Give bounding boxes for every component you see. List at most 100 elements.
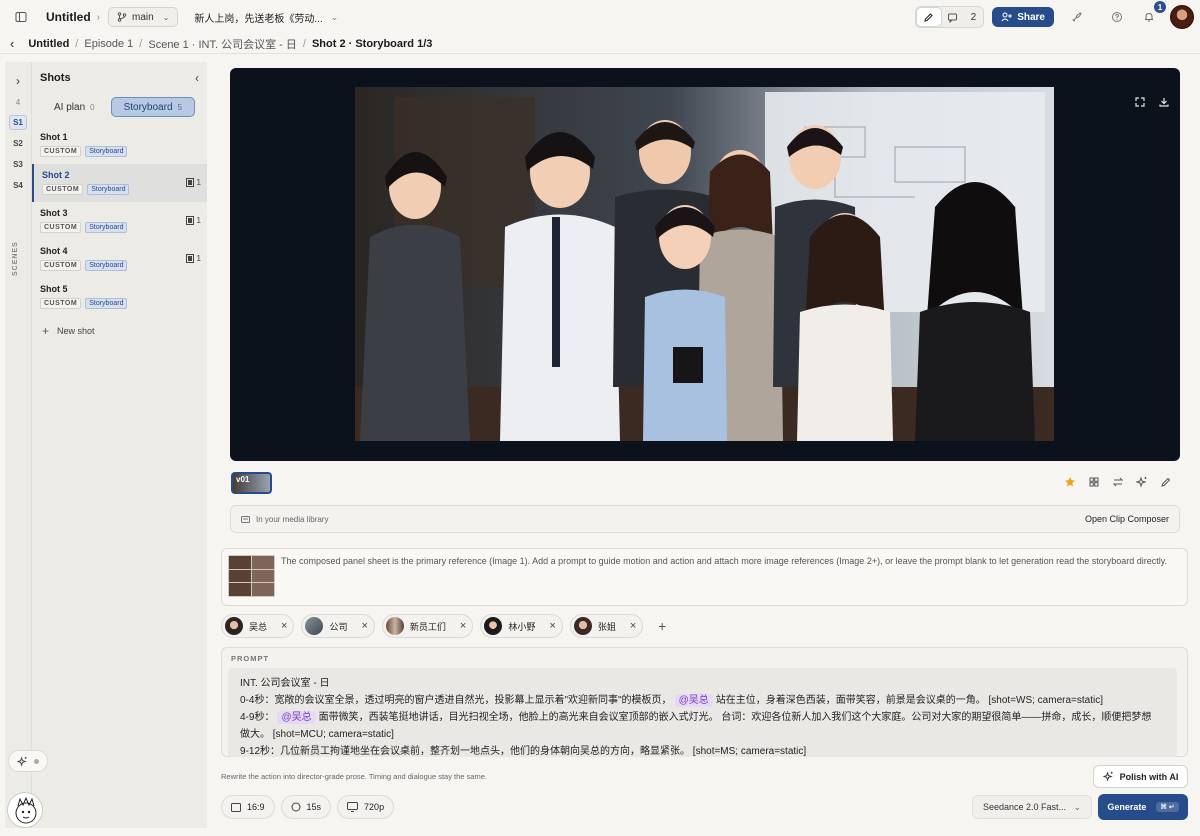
branch-selector[interactable]: main ⌄ <box>108 7 179 27</box>
model-name: Seedance 2.0 Fast... <box>983 802 1067 812</box>
rocket-icon[interactable] <box>1066 6 1088 28</box>
comments-mode-button[interactable] <box>941 8 965 26</box>
mascot-avatar[interactable] <box>7 792 43 828</box>
character-name: 新员工们 <box>409 621 446 632</box>
character-chip[interactable]: 张姐 × <box>569 614 644 638</box>
edit-mode-button[interactable] <box>916 8 941 26</box>
shot-item-2[interactable]: Shot 2 CUSTOM Storyboard 1 <box>32 164 207 202</box>
custom-tag: CUSTOM <box>40 222 82 233</box>
notifications-button[interactable]: 1 <box>1138 1 1166 28</box>
storyboard-viewer <box>230 68 1180 461</box>
open-clip-composer-button[interactable]: Open Clip Composer <box>1085 514 1169 524</box>
film-icon <box>185 216 194 225</box>
project-title[interactable]: Untitled <box>46 10 91 24</box>
collapse-panel-icon[interactable]: ‹ <box>195 71 199 85</box>
character-chip[interactable]: 林小野 × <box>480 614 563 638</box>
character-mention[interactable]: @吴总 <box>277 711 316 724</box>
shot-item-1[interactable]: Shot 1 CUSTOM Storyboard <box>32 126 207 164</box>
prompt-line: 0-4秒：宽敞的会议室全景，透过明亮的窗户透进自然光，投影幕上显示着"欢迎新同事… <box>240 692 1165 709</box>
breadcrumb-scene[interactable]: Scene 1 · INT. 公司会议室 - 日 <box>148 36 297 52</box>
download-icon[interactable] <box>1158 96 1170 108</box>
model-selector[interactable]: Seedance 2.0 Fast... ⌄ <box>972 795 1092 819</box>
remove-icon[interactable]: × <box>281 620 287 632</box>
scene-s3[interactable]: S3 <box>9 157 27 172</box>
breadcrumb-project[interactable]: Untitled <box>28 38 69 50</box>
fullscreen-icon[interactable] <box>1134 96 1146 108</box>
chevron-right-icon: › <box>96 11 101 23</box>
ai-assistant-toggle[interactable] <box>8 750 48 772</box>
version-label: v01 <box>236 475 250 484</box>
generate-shortcut: ⌘ ↵ <box>1156 802 1179 812</box>
back-icon[interactable]: ‹ <box>10 36 14 51</box>
swap-icon[interactable] <box>1112 476 1124 488</box>
scene-s1[interactable]: S1 <box>9 115 27 130</box>
aspect-ratio-selector[interactable]: 16:9 <box>221 795 275 819</box>
frame-actions <box>1064 476 1172 488</box>
monitor-icon <box>347 802 359 812</box>
remove-icon[interactable]: × <box>549 620 555 632</box>
storyboard-tag: Storyboard <box>87 184 130 195</box>
duration-selector[interactable]: 15s <box>280 795 332 819</box>
comment-count: 2 <box>970 11 977 23</box>
panel-sheet-thumbnail[interactable] <box>228 555 275 597</box>
shots-panel: Shots ‹ AI plan 0 Storyboard 5 Shot 1 CU… <box>32 62 207 828</box>
remove-icon[interactable]: × <box>361 620 367 632</box>
share-button[interactable]: Share <box>992 7 1054 27</box>
shot-name: Shot 1 <box>40 132 68 142</box>
media-library-icon <box>241 515 250 523</box>
breadcrumb-episode[interactable]: Episode 1 <box>84 38 133 50</box>
branch-name: main <box>132 11 154 23</box>
shot-item-5[interactable]: Shot 5 CUSTOM Storyboard <box>32 278 207 316</box>
prompt-label: PROMPT <box>231 654 270 663</box>
character-name: 林小野 <box>508 621 536 632</box>
sidebar-toggle-icon[interactable] <box>10 6 32 28</box>
polish-with-ai-button[interactable]: Polish with AI <box>1093 765 1188 788</box>
character-chip[interactable]: 吴总 × <box>221 614 295 638</box>
version-thumbnail[interactable]: v01 <box>231 472 272 494</box>
new-shot-button[interactable]: + New shot <box>32 316 207 346</box>
expand-rail-icon[interactable]: › <box>5 74 31 88</box>
generate-button[interactable]: Generate ⌘ ↵ <box>1098 794 1188 820</box>
star-icon[interactable] <box>1064 476 1076 488</box>
avatar[interactable] <box>1170 5 1194 29</box>
sparkles-icon[interactable] <box>1136 476 1148 488</box>
shot-item-4[interactable]: Shot 4 CUSTOM Storyboard 1 <box>32 240 207 278</box>
grid-icon[interactable] <box>1088 476 1100 488</box>
storyboard-frame-image <box>355 87 1054 441</box>
prompt-line: INT. 公司会议室 - 日 <box>240 678 330 689</box>
shot-item-3[interactable]: Shot 3 CUSTOM Storyboard 1 <box>32 202 207 240</box>
character-mention[interactable]: @吴总 <box>674 694 713 707</box>
media-library-bar: In your media library Open Clip Composer <box>230 505 1180 533</box>
polish-hint: Rewrite the action into director-grade p… <box>221 772 487 781</box>
character-avatar <box>225 617 243 635</box>
add-character-button[interactable]: + <box>650 614 674 638</box>
resolution-selector[interactable]: 720p <box>337 795 395 819</box>
share-label: Share <box>1017 11 1045 23</box>
prompt-text: 0-4秒：宽敞的会议室全景，透过明亮的窗户透进自然光，投影幕上显示着"欢迎新同事… <box>240 695 672 706</box>
prompt-section: PROMPT INT. 公司会议室 - 日 0-4秒：宽敞的会议室全景，透过明亮… <box>221 647 1188 757</box>
mode-toggle-group: 2 <box>914 6 985 28</box>
remove-icon[interactable]: × <box>460 620 466 632</box>
doc-title: 新人上岗，先送老板《劳动... <box>194 13 323 25</box>
scene-s2[interactable]: S2 <box>9 136 27 151</box>
edit-icon[interactable] <box>1160 476 1172 488</box>
doc-title-selector[interactable]: 新人上岗，先送老板《劳动... ⌄ <box>194 10 338 25</box>
storyboard-tag: Storyboard <box>85 260 128 271</box>
branch-icon <box>117 12 127 22</box>
scene-s4[interactable]: S4 <box>9 178 27 193</box>
prompt-input[interactable]: INT. 公司会议室 - 日 0-4秒：宽敞的会议室全景，透过明亮的窗户透进自然… <box>228 668 1177 757</box>
shot-name: Shot 3 <box>40 208 68 218</box>
character-chip[interactable]: 新员工们 × <box>381 614 474 638</box>
shot-name: Shot 5 <box>40 284 68 294</box>
duration-value: 15s <box>306 802 322 812</box>
tab-ai-plan[interactable]: AI plan 0 <box>42 97 107 117</box>
character-chip[interactable]: 公司 × <box>301 614 375 638</box>
comment-icon <box>948 13 958 23</box>
plus-icon: + <box>42 324 50 338</box>
custom-tag: CUSTOM <box>42 184 84 195</box>
help-icon[interactable] <box>1106 6 1128 28</box>
remove-icon[interactable]: × <box>630 620 636 632</box>
tab-storyboard[interactable]: Storyboard 5 <box>110 97 195 117</box>
character-chips: 吴总 × 公司 × 新员工们 × 林小野 × 张姐 × + <box>221 614 674 638</box>
breadcrumb: ‹ Untitled / Episode 1 / Scene 1 · INT. … <box>0 34 1200 54</box>
